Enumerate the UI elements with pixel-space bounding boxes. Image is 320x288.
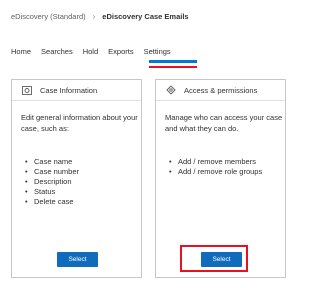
tab-exports[interactable]: Exports xyxy=(108,47,133,56)
tab-settings[interactable]: Settings xyxy=(144,47,171,56)
key-icon xyxy=(166,85,176,95)
card-description: Edit general information about your case… xyxy=(21,113,138,133)
list-item: Delete case xyxy=(25,197,140,207)
list-item: Case number xyxy=(25,167,140,177)
card-header: Case Information xyxy=(12,80,141,101)
card-title: Access & permissions xyxy=(184,85,258,95)
info-card-icon xyxy=(22,85,32,95)
breadcrumb-separator: › xyxy=(92,12,96,21)
case-info-select-button[interactable]: Select xyxy=(57,252,98,267)
highlight-box xyxy=(180,245,248,272)
card-header: Access & permissions xyxy=(156,80,285,101)
tab-hold[interactable]: Hold xyxy=(83,47,98,56)
tab-bar: Home Searches Hold Exports Settings xyxy=(11,47,181,56)
breadcrumb: eDiscovery (Standard) › eDiscovery Case … xyxy=(11,12,189,21)
active-tab-indicator xyxy=(149,60,197,63)
breadcrumb-parent-link[interactable]: eDiscovery (Standard) xyxy=(11,12,86,21)
tab-home[interactable]: Home xyxy=(11,47,31,56)
tab-searches[interactable]: Searches xyxy=(41,47,73,56)
list-item: Case name xyxy=(25,157,140,167)
tab-highlight-underline xyxy=(149,66,197,68)
list-item: Add / remove members xyxy=(169,157,284,167)
card-description: Manage who can access your case and what… xyxy=(165,113,283,133)
list-item: Description xyxy=(25,177,140,187)
list-item: Add / remove role groups xyxy=(169,167,284,177)
list-item: Status xyxy=(25,187,140,197)
card-title: Case Information xyxy=(40,85,98,95)
case-information-card: Case Information Edit general informatio… xyxy=(11,79,142,278)
breadcrumb-current: eDiscovery Case Emails xyxy=(102,12,189,21)
card-feature-list: Add / remove members Add / remove role g… xyxy=(169,157,284,177)
card-feature-list: Case name Case number Description Status… xyxy=(25,157,140,207)
